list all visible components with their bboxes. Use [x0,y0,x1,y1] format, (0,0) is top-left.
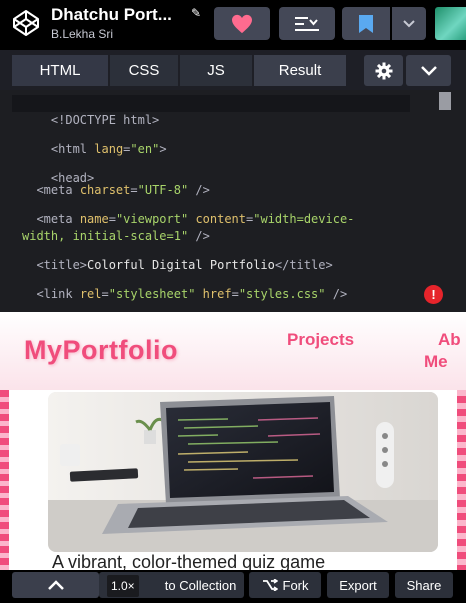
bookmark-icon [359,14,373,33]
chevron-down-icon [420,65,437,76]
preview-project-description: A vibrant, color-themed quiz game [52,552,326,570]
code-line: <link rel="stylesheet" href="styles.css"… [36,287,348,301]
code-token: "styles.css" [238,287,326,301]
code-token: href [202,287,232,301]
chevron-down-icon [403,19,415,27]
fork-label: Fork [282,577,309,593]
laptop-photo [48,392,438,552]
code-token: "width=device- [253,212,355,226]
code-token: <link [36,287,73,301]
result-preview[interactable]: MyPortfolio Projects Ab Me A vibrant, co… [0,312,466,570]
code-token: name [79,212,109,226]
expand-console-button[interactable] [12,572,99,598]
export-button[interactable]: Export [327,572,389,598]
share-button[interactable]: Share [395,572,453,598]
author-name[interactable]: B.Lekha Sri [51,27,113,41]
code-token: "viewport" [115,212,189,226]
zoom-level-indicator[interactable]: 1.0× [107,575,139,597]
editor-tab-bar: HTML CSS JS Result [0,50,466,90]
tab-result[interactable]: Result [254,55,346,86]
preview-side-border [457,390,466,570]
gear-icon [375,62,392,79]
bookmark-dropdown-button[interactable] [392,7,426,40]
code-token: "en" [130,142,160,156]
fork-button[interactable]: Fork [249,572,321,598]
heart-icon [232,14,252,33]
code-token: lang [94,142,124,156]
user-avatar[interactable] [435,7,466,40]
code-token: <meta [36,212,73,226]
collection-label: to Collection [164,577,237,593]
code-token: charset [79,183,131,197]
tab-css[interactable]: CSS [110,55,178,86]
code-token: /> [325,287,348,301]
project-image-card[interactable] [48,392,438,552]
code-token: /> [188,229,210,243]
edit-title-pencil-icon[interactable]: ✎ [191,6,201,20]
preview-nav-about[interactable]: Ab [438,330,461,350]
code-token: "stylesheet" [108,287,196,301]
bottom-toolbar: ete to Collection Fork Export Share [0,570,466,603]
preview-navbar: MyPortfolio Projects Ab Me [0,312,466,390]
code-token: content [195,212,247,226]
codepen-logo-icon[interactable] [11,8,41,38]
preview-nav-about-line2[interactable]: Me [424,352,448,372]
code-token: rel [79,287,102,301]
code-token: Colorful Digital Portfolio [87,258,275,272]
code-token: </title> [274,258,333,272]
tab-html[interactable]: HTML [12,55,108,86]
chevron-up-icon [47,580,64,590]
code-token: "UTF-8" [137,183,189,197]
header-bar: Dhatchu Port... ✎ B.Lekha Sri [0,0,466,50]
settings-button[interactable] [364,55,403,86]
preview-brand[interactable]: MyPortfolio [24,335,178,366]
fork-icon [262,579,278,591]
code-token: <meta [36,183,73,197]
error-indicator-icon[interactable]: ! [424,285,443,304]
code-token: <title> [36,258,88,272]
bookmark-button[interactable] [342,7,390,40]
change-view-button[interactable] [279,7,335,40]
layout-icon [295,16,319,31]
code-token: /> [188,183,210,197]
html-code-editor[interactable]: <!DOCTYPE html> <html lang="en"> <head> … [0,90,466,312]
preview-nav-projects[interactable]: Projects [287,330,354,350]
collapse-editor-button[interactable] [406,55,451,86]
preview-side-border [0,390,9,570]
love-button[interactable] [214,7,270,40]
code-token: > [159,142,167,156]
pen-title[interactable]: Dhatchu Port... [51,5,172,25]
code-token: width, initial-scale=1" [22,229,189,243]
editor-scrollbar[interactable] [439,92,451,110]
tab-js[interactable]: JS [180,55,252,86]
